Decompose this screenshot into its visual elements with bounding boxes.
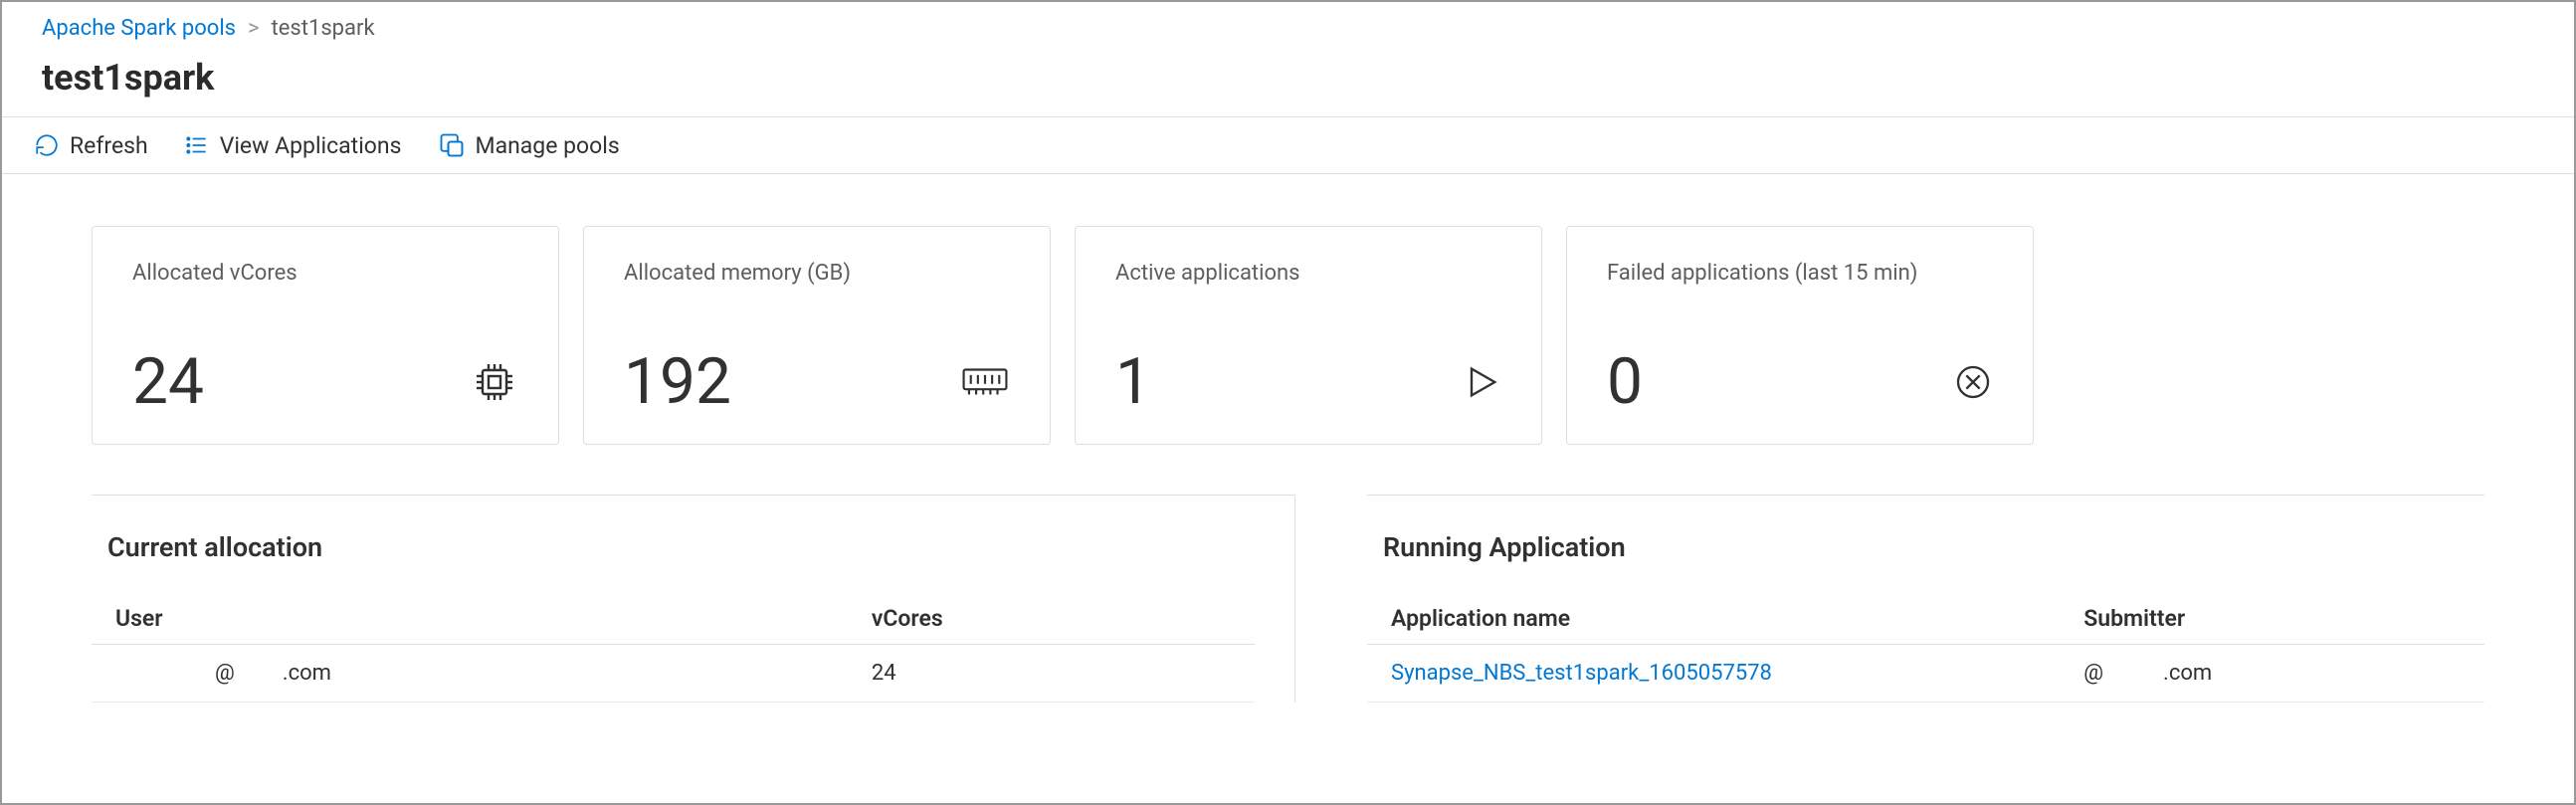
card-label: Allocated vCores [132, 261, 518, 286]
breadcrumb: Apache Spark pools > test1spark [2, 2, 2574, 51]
col-app-name: Application name [1367, 593, 2060, 645]
manage-pools-button[interactable]: Manage pools [438, 131, 620, 159]
running-application-panel: Running Application Application name Sub… [1367, 495, 2484, 703]
card-allocated-vcores: Allocated vCores 24 [92, 226, 559, 445]
table-row: Synapse_NBS_test1spark_1605057578 @ .com [1367, 645, 2484, 703]
cell-app-name-link[interactable]: Synapse_NBS_test1spark_1605057578 [1367, 645, 2060, 703]
view-applications-label: View Applications [220, 132, 402, 159]
refresh-button[interactable]: Refresh [34, 132, 148, 159]
panel-title: Running Application [1367, 531, 2484, 563]
col-vcores: vCores [848, 593, 1255, 645]
card-allocated-memory: Allocated memory (GB) 192 [583, 226, 1051, 445]
refresh-icon [34, 132, 60, 158]
view-applications-button[interactable]: View Applications [184, 132, 402, 159]
card-label: Active applications [1115, 261, 1501, 286]
cell-vcores: 24 [848, 645, 1255, 703]
card-failed-applications: Failed applications (last 15 min) 0 [1566, 226, 2034, 445]
cancel-icon [1953, 362, 1993, 402]
running-application-table: Application name Submitter Synapse_NBS_t… [1367, 593, 2484, 703]
manage-pools-icon [438, 131, 466, 159]
col-submitter: Submitter [2060, 593, 2484, 645]
card-value: 192 [624, 350, 731, 414]
breadcrumb-current: test1spark [272, 16, 375, 41]
manage-pools-label: Manage pools [476, 132, 620, 159]
card-label: Allocated memory (GB) [624, 261, 1010, 286]
memory-icon [960, 362, 1010, 402]
cell-submitter: @ .com [2060, 645, 2484, 703]
card-value: 0 [1607, 350, 1643, 414]
panel-title: Current allocation [92, 531, 1255, 563]
page-title: test1spark [2, 51, 2574, 117]
list-icon [184, 132, 210, 158]
current-allocation-table: User vCores @ .com 24 [92, 593, 1255, 703]
toolbar: Refresh View Applications Manage pools [2, 117, 2574, 174]
current-allocation-panel: Current allocation User vCores @ .com [92, 495, 1295, 703]
col-user: User [92, 593, 848, 645]
breadcrumb-root-link[interactable]: Apache Spark pools [42, 16, 236, 41]
card-label: Failed applications (last 15 min) [1607, 261, 1993, 286]
play-icon [1462, 362, 1501, 402]
card-active-applications: Active applications 1 [1075, 226, 1542, 445]
card-value: 1 [1115, 350, 1151, 414]
refresh-label: Refresh [70, 132, 148, 159]
chevron-right-icon: > [248, 16, 260, 41]
card-value: 24 [132, 350, 204, 414]
cpu-icon [471, 358, 518, 406]
cell-user: @ .com [92, 645, 848, 703]
table-row: @ .com 24 [92, 645, 1255, 703]
metric-cards-row: Allocated vCores 24 Allocated memory (GB… [92, 226, 2484, 445]
